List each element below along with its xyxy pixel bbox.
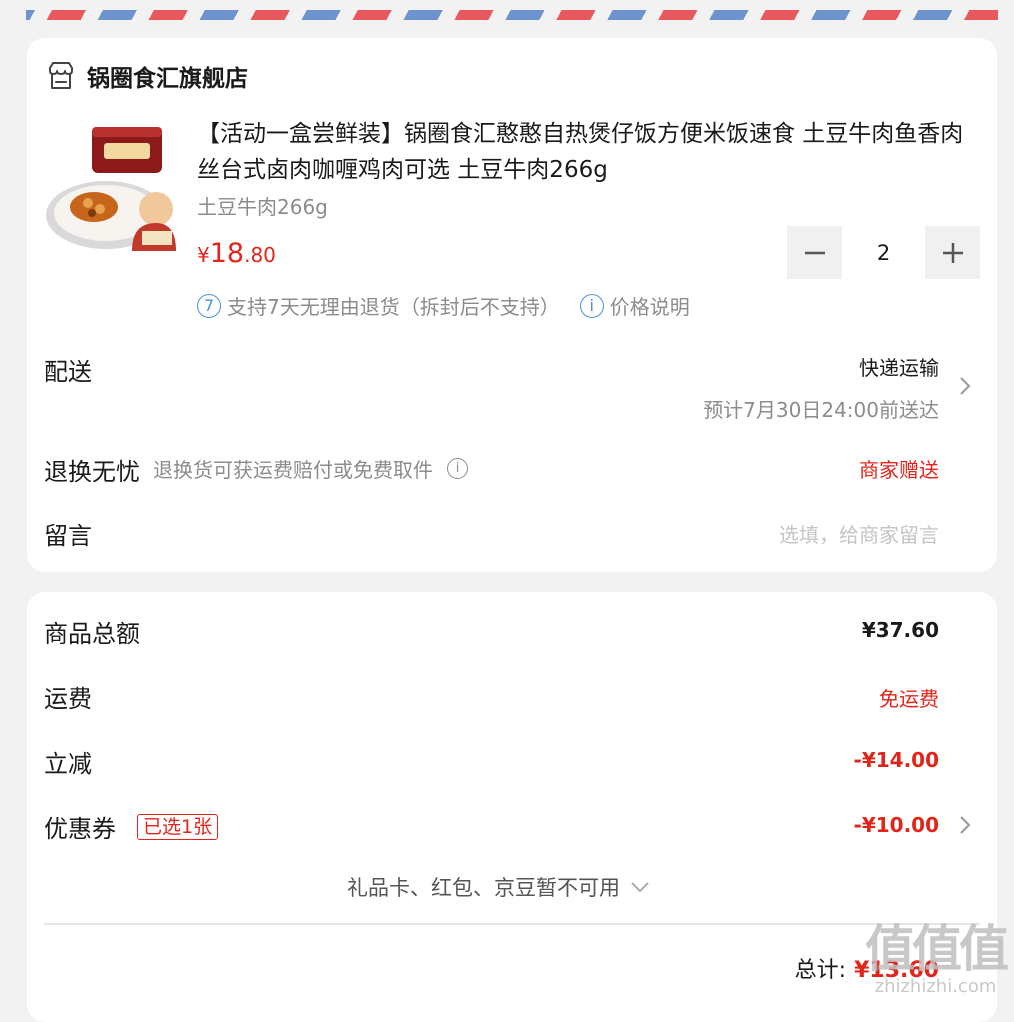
discount-label: 立减 xyxy=(44,750,92,778)
watermark-logo: 值值值 xyxy=(865,920,1009,978)
plus-icon xyxy=(942,242,963,263)
return-hint-text: 退换货可获运费赔付或免费取件 xyxy=(153,458,433,482)
increase-button[interactable] xyxy=(925,226,980,279)
total-label: 总计: xyxy=(794,958,847,983)
unavailable-payment-toggle[interactable]: 礼品卡、红包、京豆暂不可用 xyxy=(347,872,650,902)
service-row: 7 支持7天无理由退货（拆封后不支持） i 价格说明 xyxy=(197,291,690,320)
price-info-icon[interactable]: i xyxy=(579,293,604,318)
watermark: 值值值 zhizhizhi.com xyxy=(865,920,1009,997)
store-header[interactable]: 锅圈食汇旗舰店 xyxy=(45,56,248,96)
divider xyxy=(44,923,980,925)
delivery-label: 配送 xyxy=(44,358,92,386)
coupon-badge[interactable]: 已选1张 xyxy=(137,814,219,840)
price-note-link[interactable]: 价格说明 xyxy=(610,291,690,320)
minus-icon xyxy=(804,251,825,254)
order-item-card: 锅圈食汇旗舰店 【活动一盒尝鲜装】锅圈食汇憨憨自热煲仔饭方便米饭速食 土豆牛肉鱼… xyxy=(27,38,997,572)
airmail-border xyxy=(26,10,998,20)
goods-total-label: 商品总额 xyxy=(44,620,140,648)
message-input[interactable]: 选填，给商家留言 xyxy=(779,519,939,548)
info-icon[interactable]: i xyxy=(447,458,468,479)
return-hint: 退换货可获运费赔付或免费取件 i xyxy=(153,454,468,483)
price-summary-card: 商品总额 ¥37.60 运费 免运费 立减 -¥14.00 优惠券 已选1张 -… xyxy=(27,592,997,1022)
return-value: 商家赠送 xyxy=(859,458,939,482)
shipping-value: 免运费 xyxy=(879,687,939,711)
return-policy-text[interactable]: 支持7天无理由退货（拆封后不支持） xyxy=(227,291,560,320)
coupon-value[interactable]: -¥10.00 xyxy=(854,813,939,837)
message-label: 留言 xyxy=(44,522,92,550)
decrease-button[interactable] xyxy=(787,226,842,279)
price-symbol: ¥ xyxy=(197,243,210,267)
store-name: 锅圈食汇旗舰店 xyxy=(87,66,248,92)
discount-value: -¥14.00 xyxy=(853,748,939,772)
coupon-label: 优惠券 xyxy=(44,815,116,843)
goods-total-value: ¥37.60 xyxy=(861,618,939,642)
product-image[interactable] xyxy=(44,123,176,251)
price-decimal: .80 xyxy=(244,243,276,267)
quantity-value[interactable]: 2 xyxy=(842,226,925,279)
chevron-right-icon[interactable] xyxy=(959,376,971,396)
delivery-eta[interactable]: 预计7月30日24:00前送达 xyxy=(703,394,939,423)
unavailable-payment-text: 礼品卡、红包、京豆暂不可用 xyxy=(347,876,620,900)
watermark-url: zhizhizhi.com xyxy=(874,976,997,997)
price-integer: 18 xyxy=(209,238,245,269)
product-price: ¥18.80 xyxy=(197,238,276,269)
chevron-down-icon xyxy=(631,882,649,893)
return-label: 退换无忧 xyxy=(44,458,140,486)
seven-day-icon: 7 xyxy=(197,293,221,318)
quantity-stepper: 2 xyxy=(787,226,980,279)
product-spec[interactable]: 土豆牛肉266g xyxy=(197,191,328,220)
product-title[interactable]: 【活动一盒尝鲜装】锅圈食汇憨憨自热煲仔饭方便米饭速食 土豆牛肉鱼香肉丝台式卤肉咖… xyxy=(197,116,977,188)
chevron-right-icon[interactable] xyxy=(959,815,971,835)
delivery-method[interactable]: 快递运输 xyxy=(859,352,939,381)
store-icon xyxy=(49,62,73,89)
shipping-label: 运费 xyxy=(44,685,92,713)
